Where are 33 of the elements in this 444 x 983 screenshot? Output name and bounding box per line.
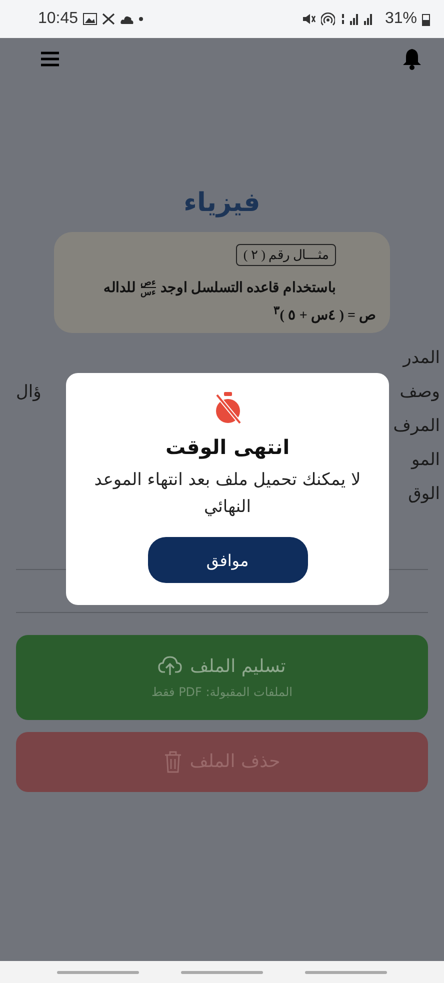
ok-button[interactable]: موافق [148,537,308,584]
x-logo-icon [102,13,116,25]
cloud-upload-icon [158,656,182,676]
upload-file-button[interactable]: تسليم الملف الملفات المقبولة: PDF فقط [16,634,428,720]
cloud-icon [120,14,134,24]
example-label: مثـــال رقم ( ٢ ) [236,244,336,266]
detail-label: الوق [408,482,440,506]
derivative-fraction: ءص ءس [140,278,156,297]
stopwatch-off-icon [214,391,242,425]
page-title: فيزياء [182,188,262,218]
dialog-title: انتهى الوقت [165,435,290,459]
nav-gesture-bar[interactable] [57,970,139,974]
dialog-message: لا يمكنك تحميل ملف بعد انتهاء الموعد النهائي [93,469,362,520]
detail-label: المو [411,448,440,472]
battery-percent: 31% [384,10,417,28]
mute-icon [302,13,316,25]
nav-gesture-bar[interactable] [181,970,263,974]
hotspot-icon [320,12,335,26]
menu-icon[interactable] [40,51,60,67]
notification-bell-icon[interactable] [402,48,422,70]
detail-value: ؤال [16,380,42,404]
question-text-end: للداله [104,280,136,296]
trash-icon [164,750,182,773]
image-icon [83,13,98,25]
status-time: 10:45 [38,10,78,28]
nav-gesture-bar[interactable] [305,970,387,974]
question-text: باستخدام قاعده التسلسل اوجد [160,280,336,296]
dot-icon [139,17,144,21]
detail-label: المرف [393,414,440,438]
battery-icon [422,12,430,26]
formula-text: ص = ( ٤س + ٥ )$^{٣}$ [272,303,376,325]
detail-label: المدر [403,346,440,370]
detail-label: وصف [400,380,440,404]
